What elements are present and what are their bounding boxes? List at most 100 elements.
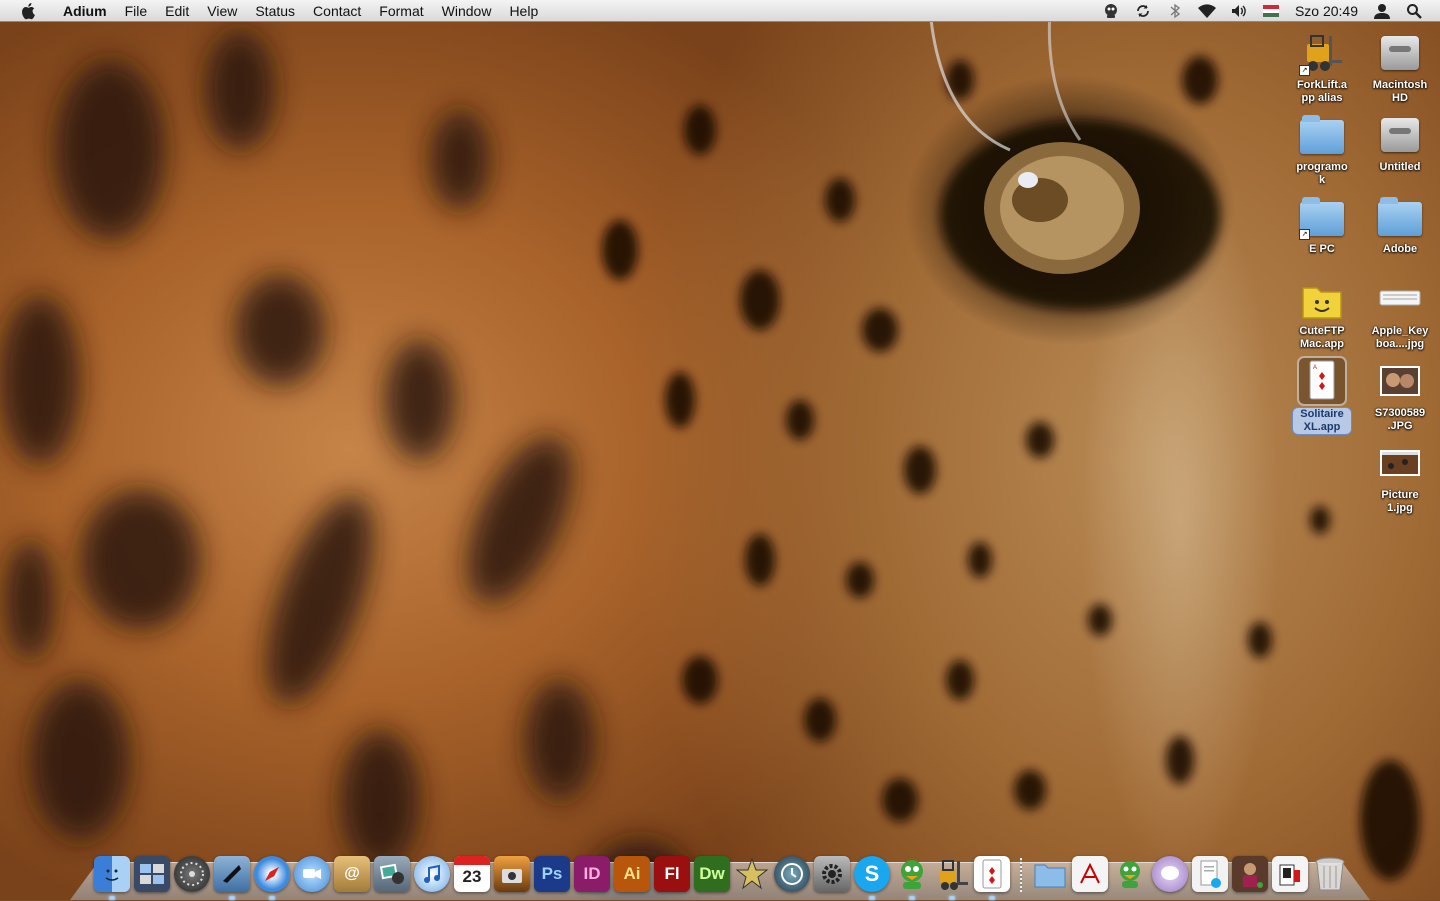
time-machine-icon[interactable] [774, 856, 810, 892]
app-menu-adium[interactable]: Adium [54, 0, 116, 22]
ical-day: 23 [462, 867, 482, 886]
desktop-icon-label: CuteFTP Mac.app [1299, 325, 1345, 350]
imovie-icon[interactable] [734, 856, 770, 892]
flash-icon[interactable]: Fl [654, 856, 690, 892]
dashboard-icon[interactable] [134, 856, 170, 892]
desktop-icon-label: S7300589 .JPG [1374, 407, 1426, 432]
folder-icon [1377, 194, 1423, 240]
address-book-icon[interactable]: @ [334, 856, 370, 892]
desktop-icon-cuteftp[interactable]: CuteFTP Mac.app [1284, 276, 1360, 351]
volume-icon[interactable] [1229, 0, 1249, 22]
indesign-label: ID [583, 864, 601, 883]
desktop-icon-label: Untitled [1379, 161, 1421, 173]
itunes-icon[interactable] [414, 856, 450, 892]
running-indicator [869, 896, 875, 900]
svg-text:A: A [1313, 365, 1317, 371]
running-indicator [229, 896, 235, 900]
pdf-document-icon[interactable] [1072, 856, 1108, 892]
desktop-icon-s7300589-jpg[interactable]: S7300589 .JPG [1362, 358, 1438, 433]
cuteftp-app-icon [1299, 276, 1345, 322]
ical-icon[interactable]: 23 [454, 856, 490, 892]
forklift-icon[interactable] [934, 856, 970, 900]
flash-label: Fl [664, 864, 680, 883]
adium-document-icon[interactable] [1112, 856, 1148, 892]
sync-icon[interactable] [1133, 0, 1153, 22]
desktop-icon-untitled[interactable]: Untitled [1362, 112, 1438, 174]
alias-arrow-icon: ↗ [1299, 229, 1310, 240]
running-indicator [989, 896, 995, 900]
adium-icon[interactable] [894, 856, 930, 900]
solitaire-app-icon: A [1297, 356, 1347, 406]
spotlight-icon[interactable] [1404, 0, 1424, 22]
trash-icon[interactable] [1312, 856, 1348, 892]
dreamweaver-icon[interactable]: Dw [694, 856, 730, 892]
menu-file[interactable]: File [116, 0, 157, 22]
menu-bar: Adium File Edit View Status Contact Form… [0, 0, 1440, 22]
dock: @ 23 Ps ID Ai Fl Dw S [92, 846, 1350, 900]
apple-menu-icon[interactable] [19, 0, 39, 22]
adium-duck-icon[interactable] [1101, 0, 1121, 22]
solitaire-icon[interactable] [974, 856, 1010, 900]
desktop-icon-adobe[interactable]: Adobe [1362, 194, 1438, 256]
hard-drive-icon [1377, 30, 1423, 76]
finder-icon[interactable] [94, 856, 130, 900]
desktop-icon-picture-1-jpg[interactable]: Picture 1.jpg [1362, 440, 1438, 515]
leopard-spots [0, 9, 1420, 900]
mail-stamp-icon[interactable] [214, 856, 250, 900]
desktop-icon-label: Solitaire XL.app [1292, 407, 1352, 435]
image-file-icon [1377, 276, 1423, 322]
menu-clock[interactable]: Szo 20:49 [1295, 3, 1358, 19]
menu-help[interactable]: Help [500, 0, 547, 22]
menu-status[interactable]: Status [246, 0, 304, 22]
desktop-icon-label: programo k [1296, 161, 1348, 186]
bluetooth-icon[interactable] [1165, 0, 1185, 22]
desktop-icon-label: Adobe [1382, 243, 1418, 255]
screenshot-file-icon [1377, 440, 1423, 486]
desktop-icon-programok[interactable]: programo k [1284, 112, 1360, 187]
system-preferences-icon[interactable] [814, 856, 850, 892]
illustrator-icon[interactable]: Ai [614, 856, 650, 892]
alias-arrow-icon: ↗ [1299, 65, 1310, 76]
photoshop-icon[interactable]: Ps [534, 856, 570, 892]
menu-window[interactable]: Window [433, 0, 501, 22]
running-indicator [269, 896, 275, 900]
running-indicator [109, 896, 115, 900]
desktop-icon-label: Apple_Key boa....jpg [1371, 325, 1429, 350]
card-stack-icon[interactable] [1272, 856, 1308, 892]
desktop-icon-macintosh-hd[interactable]: Macintosh HD [1362, 30, 1438, 105]
dock-separator [1020, 858, 1022, 892]
safari-icon[interactable] [254, 856, 290, 900]
dreamweaver-label: Dw [699, 864, 725, 883]
running-indicator [949, 896, 955, 900]
ichat-bubble-icon[interactable] [1152, 856, 1188, 892]
wifi-icon[interactable] [1197, 0, 1217, 22]
desktop-wallpaper [0, 0, 1440, 900]
desktop-icon-label: Macintosh HD [1372, 79, 1428, 104]
desktop-icon-label: E PC [1309, 243, 1335, 255]
photo-file-icon [1377, 358, 1423, 404]
skype-icon[interactable]: S [854, 856, 890, 900]
document-stack-icon[interactable] [1192, 856, 1228, 892]
desktop-icon-forklift-alias[interactable]: ↗ ForkLift.a pp alias [1284, 30, 1360, 105]
running-indicator [909, 896, 915, 900]
menu-edit[interactable]: Edit [156, 0, 198, 22]
menu-view[interactable]: View [198, 0, 246, 22]
desktop-icon-e-pc[interactable]: ↗ E PC [1284, 194, 1360, 256]
photo-stack-icon[interactable] [1232, 856, 1268, 892]
photoshop-label: Ps [541, 864, 563, 883]
desktop-icon-apple-keyboard-jpg[interactable]: Apple_Key boa....jpg [1362, 276, 1438, 351]
ichat-icon[interactable] [294, 856, 330, 892]
menu-contact[interactable]: Contact [304, 0, 370, 22]
desktop-icon-label: Picture 1.jpg [1381, 489, 1419, 514]
desktop-icon-solitaire-xl[interactable]: A Solitaire XL.app [1284, 356, 1360, 435]
downloads-stack-icon[interactable] [1032, 856, 1068, 892]
iphoto-icon[interactable] [374, 856, 410, 892]
image-capture-icon[interactable] [494, 856, 530, 892]
menu-format[interactable]: Format [370, 0, 432, 22]
indesign-icon[interactable]: ID [574, 856, 610, 892]
desktop-icon-label: ForkLift.a pp alias [1296, 79, 1348, 104]
hard-drive-icon [1377, 112, 1423, 158]
input-flag-icon[interactable] [1262, 4, 1279, 17]
system-preferences-dial-icon[interactable] [174, 856, 210, 892]
user-icon[interactable] [1372, 0, 1392, 22]
